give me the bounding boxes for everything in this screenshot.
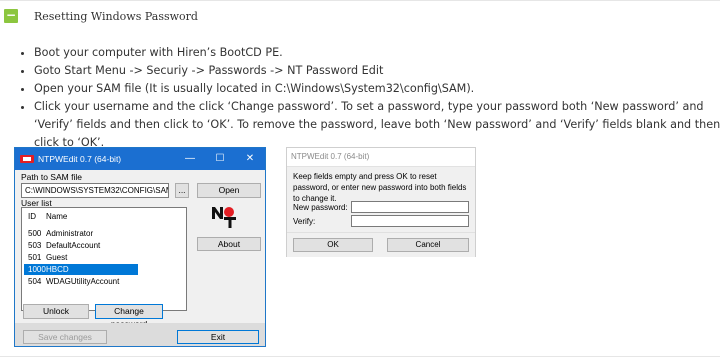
collapse-icon[interactable]: − [4,9,18,23]
exit-button[interactable]: Exit [177,330,259,344]
step-item: Click your username and the click ‘Chang… [34,98,720,152]
sam-path-label: Path to SAM file [21,172,82,182]
maximize-button[interactable]: ☐ [205,148,235,170]
user-id: 503 [28,241,42,250]
step-item: Boot your computer with Hiren’s BootCD P… [34,44,720,62]
top-divider [0,0,720,1]
user-row[interactable]: 504 WDAGUtilityAccount [24,276,138,287]
user-id: 1000 [28,265,46,274]
dialog-title: NTPWEdit 0.7 (64-bit) [287,148,475,167]
about-button[interactable]: About [197,237,261,251]
open-button[interactable]: Open [197,183,261,198]
user-name: DefaultAccount [46,241,101,250]
unlock-button[interactable]: Unlock [23,304,89,319]
accordion-title[interactable]: Resetting Windows Password [34,10,198,23]
close-button[interactable]: ✕ [235,148,265,170]
user-name: Administrator [46,229,94,238]
column-id-header: ID [28,212,36,221]
accordion-header[interactable]: − Resetting Windows Password [4,6,198,26]
verify-label: Verify: [293,217,316,226]
user-list[interactable]: ID Name 500 Administrator 503 DefaultAcc… [21,207,187,311]
user-id: 500 [28,229,42,238]
ntpwedit-password-dialog: NTPWEdit 0.7 (64-bit) Keep fields empty … [286,147,476,257]
steps-list: Boot your computer with Hiren’s BootCD P… [20,44,720,152]
bottom-divider [0,356,720,357]
step-item: Goto Start Menu -> Securiy -> Passwords … [34,62,720,80]
change-password-button[interactable]: Change password [95,304,163,329]
step-item: Open your SAM file (It is usually locate… [34,80,720,98]
browse-button[interactable]: ... [175,183,189,198]
save-changes-button[interactable]: Save changes [23,330,107,344]
ntpwedit-logo-icon [210,205,238,229]
verify-field[interactable] [351,215,469,227]
column-name-header: Name [46,212,68,221]
ok-button[interactable]: OK [293,238,373,252]
window-title: NTPWEdit 0.7 (64-bit) [38,154,122,164]
user-name: Guest [46,253,68,262]
minimize-button[interactable]: — [175,148,205,170]
new-password-field[interactable] [351,201,469,213]
sam-path-field[interactable]: C:\WINDOWS\SYSTEM32\CONFIG\SAM [21,183,169,198]
user-id: 501 [28,253,42,262]
ntpwedit-app-icon [20,153,34,165]
new-password-label: New password: [293,203,348,212]
user-name: HBCD [46,265,69,274]
user-id: 504 [28,277,42,286]
user-row[interactable]: 503 DefaultAccount [24,240,138,251]
user-name: WDAGUtilityAccount [46,277,120,286]
user-row[interactable]: 501 Guest [24,252,138,263]
ntpwedit-main-window: NTPWEdit 0.7 (64-bit) — ☐ ✕ Path to SAM … [14,147,266,347]
cancel-button[interactable]: Cancel [387,238,469,252]
user-row[interactable]: 500 Administrator [24,228,138,239]
user-list-header: ID Name [24,211,138,222]
dialog-message: Keep fields empty and press OK to reset … [293,172,467,203]
window-titlebar: NTPWEdit 0.7 (64-bit) — ☐ ✕ [15,148,265,170]
user-row-selected[interactable]: 1000 HBCD [24,264,138,275]
